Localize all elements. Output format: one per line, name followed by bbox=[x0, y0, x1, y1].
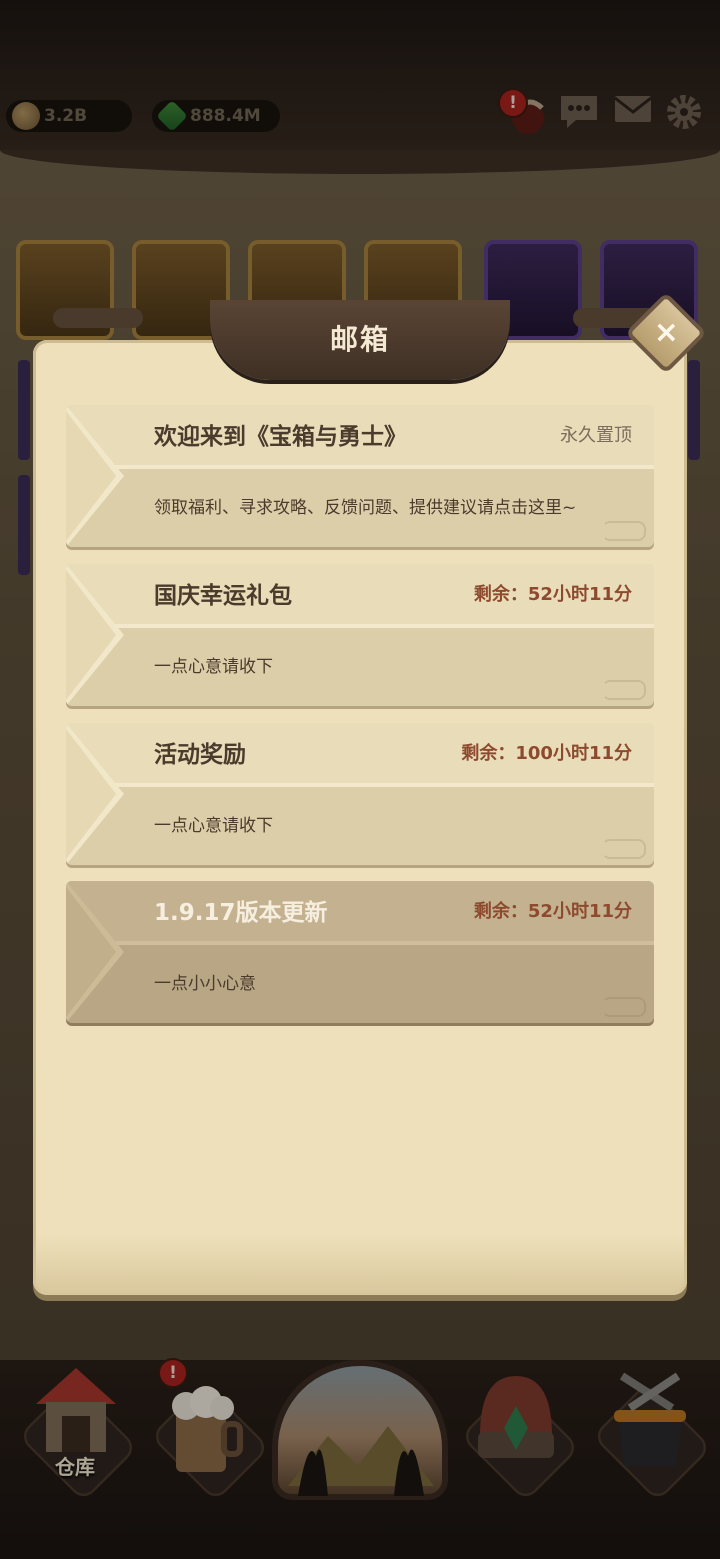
mail-item[interactable]: 欢迎来到《宝箱与勇士》 永久置顶 领取福利、寻求攻略、反馈问题、提供建议请点击这… bbox=[66, 405, 654, 547]
dialog-title-banner: 邮箱 bbox=[210, 300, 510, 380]
mail-time-remaining: 剩余：100小时11分 bbox=[461, 743, 632, 764]
mail-title: 国庆幸运礼包 bbox=[154, 583, 292, 609]
mail-body: 一点心意请收下 bbox=[154, 657, 273, 677]
mail-item[interactable]: 国庆幸运礼包 剩余：52小时11分 一点心意请收下 bbox=[66, 564, 654, 706]
mail-body: 一点小小心意 bbox=[154, 974, 256, 994]
mail-pinned-label: 永久置顶 bbox=[560, 425, 632, 446]
mail-title: 欢迎来到《宝箱与勇士》 bbox=[154, 424, 407, 450]
mail-arrow-inner bbox=[66, 411, 116, 541]
dialog-title: 邮箱 bbox=[329, 323, 390, 356]
mail-item[interactable]: 1.9.17版本更新 剩余：52小时11分 一点小小心意 bbox=[66, 881, 654, 1023]
mail-arrow-inner bbox=[66, 729, 116, 859]
swirl-decoration bbox=[602, 680, 646, 700]
swirl-decoration bbox=[602, 839, 646, 859]
mail-title: 1.9.17版本更新 bbox=[154, 900, 328, 926]
mail-item[interactable]: 活动奖励 剩余：100小时11分 一点心意请收下 bbox=[66, 723, 654, 865]
mail-divider bbox=[66, 465, 654, 469]
mail-time-remaining: 剩余：52小时11分 bbox=[473, 901, 632, 922]
swirl-decoration bbox=[602, 997, 646, 1017]
mail-body: 领取福利、寻求攻略、反馈问题、提供建议请点击这里~ bbox=[154, 498, 577, 518]
mail-title: 活动奖励 bbox=[154, 742, 246, 768]
mail-divider bbox=[66, 624, 654, 628]
mail-time-remaining: 剩余：52小时11分 bbox=[473, 584, 632, 605]
swirl-decoration bbox=[602, 521, 646, 541]
close-icon: × bbox=[653, 315, 679, 351]
mailbox-dialog: 邮箱 × 欢迎来到《宝箱与勇士》 永久置顶 领取福利、寻求攻略、反馈问题、提供建… bbox=[33, 291, 708, 1305]
mail-arrow-inner bbox=[66, 887, 116, 1017]
mail-body: 一点心意请收下 bbox=[154, 816, 273, 836]
mail-divider bbox=[66, 941, 654, 945]
banner-curl-left bbox=[53, 308, 143, 328]
mail-divider bbox=[66, 783, 654, 787]
mail-arrow-inner bbox=[66, 570, 116, 700]
